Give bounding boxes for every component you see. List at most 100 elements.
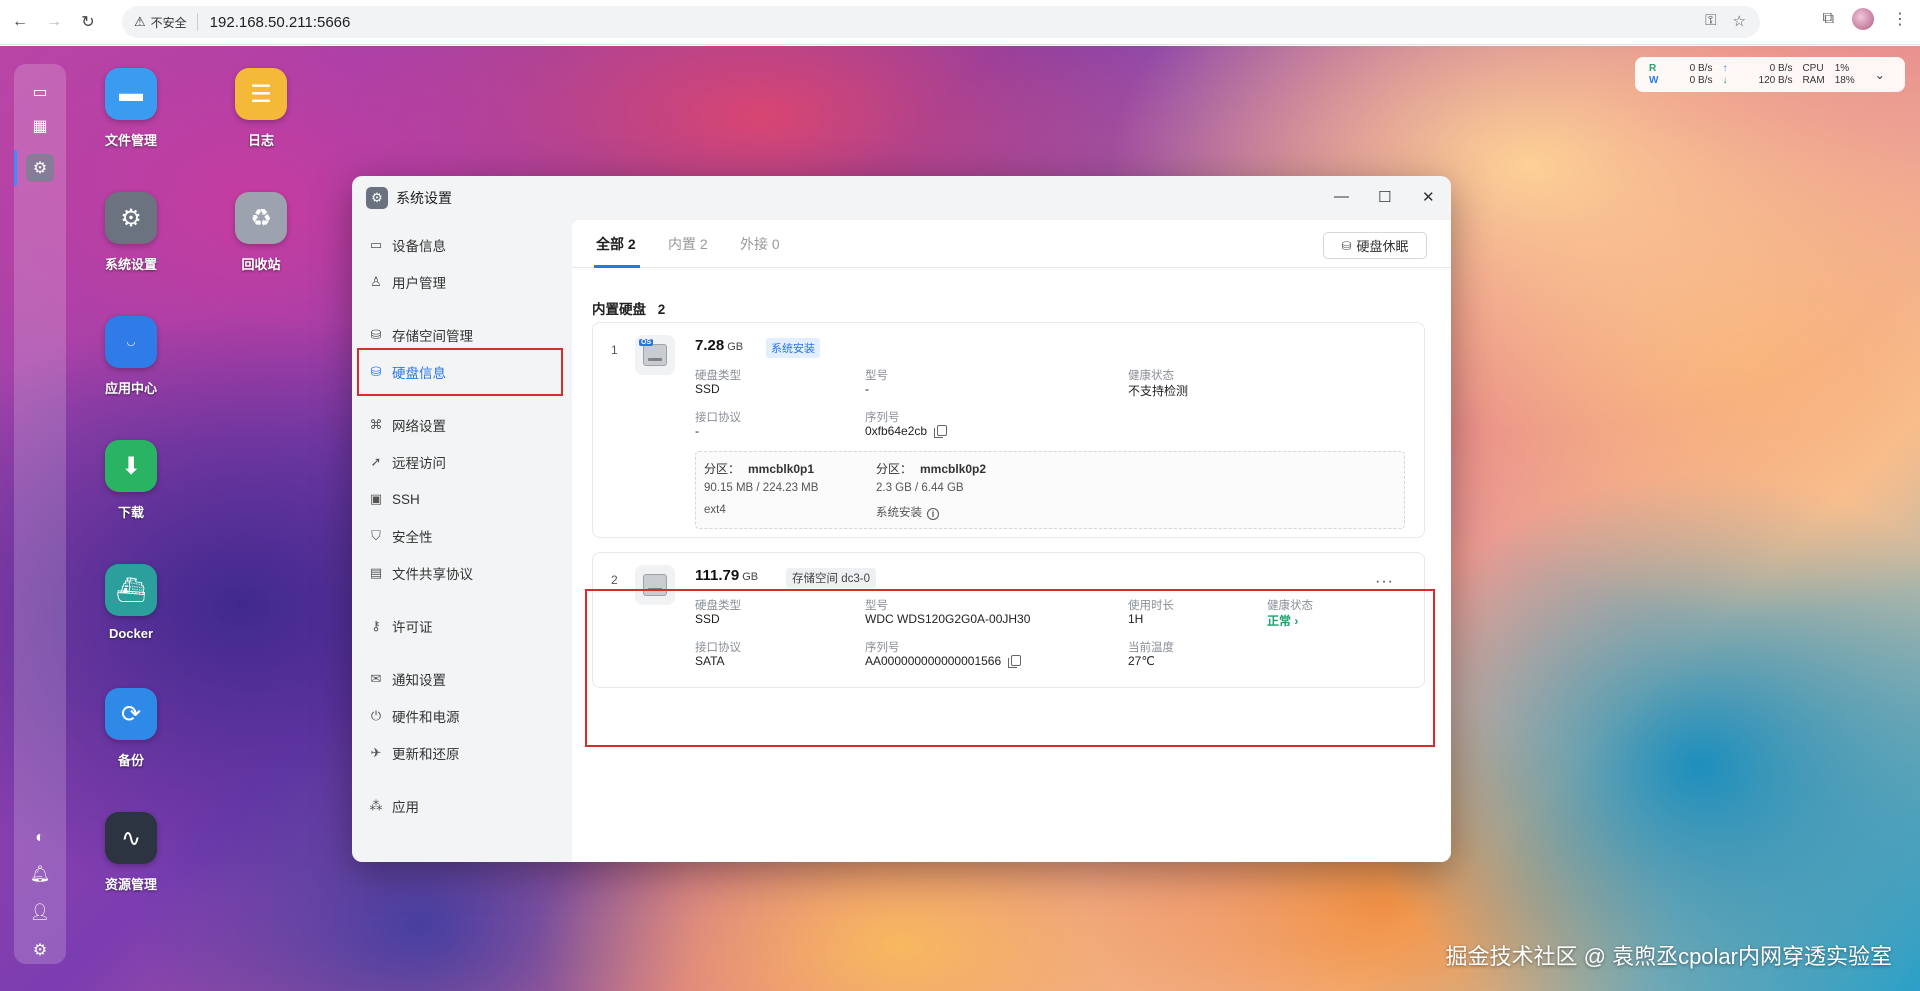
sidebar-item-ssh[interactable]: ▣ SSH xyxy=(368,484,558,514)
disk-health: 不支持检测 xyxy=(1128,384,1189,398)
sidebar-item-license[interactable]: ⚷ 许可证 xyxy=(368,611,558,641)
monitor-icon: ∿ xyxy=(105,812,157,864)
sidebar-item-update-restore[interactable]: ✈ 更新和还原 xyxy=(368,738,558,768)
minimize-icon[interactable]: — xyxy=(1334,188,1349,205)
desktop-app-resource-monitor[interactable]: ∿ 资源管理 xyxy=(81,812,181,893)
desktop-app-file-manager[interactable]: ▬ 文件管理 xyxy=(81,68,181,149)
desktop-app-recycle-bin[interactable]: ♻ 回收站 xyxy=(211,192,311,273)
disk-drive-icon: OS xyxy=(635,335,675,375)
sidebar-item-device-info[interactable]: ▭ 设备信息 xyxy=(368,230,558,260)
sidebar-item-storage[interactable]: ⛁ 存储空间管理 xyxy=(368,320,558,350)
section-title: 内置硬盘 2 xyxy=(592,302,666,317)
sidebar-item-hardware-power[interactable]: ⏻ 硬件和电源 xyxy=(368,701,558,731)
tab-underline xyxy=(594,265,640,268)
desktop-app-docker[interactable]: ⛴ Docker xyxy=(81,564,181,641)
settings-gear-icon: ⚙ xyxy=(366,187,388,209)
disk-card-highlight-box xyxy=(585,589,1435,747)
ram-label: RAM xyxy=(1802,74,1825,86)
partition-2-title: 分区： mmcblk0p2 xyxy=(876,462,987,476)
recycle-icon: ♻ xyxy=(235,192,287,244)
partition-1-usage: 90.15 MB / 224.23 MB xyxy=(704,482,819,494)
backup-icon: ⟳ xyxy=(105,688,157,740)
desktop-app-store[interactable]: ◡ 应用中心 xyxy=(81,316,181,397)
storage-pool-tag: 存储空间 dc3-0 xyxy=(786,568,876,588)
disk-sleep-button[interactable]: ⛁ 硬盘休眠 xyxy=(1323,232,1427,259)
disk-info-panel: 全部 2 内置 2 外接 0 ⛁ 硬盘休眠 内置硬盘 2 1 OS 7.28 G… xyxy=(572,220,1451,862)
remote-icon: ➚ xyxy=(370,454,382,469)
monitor-icon[interactable]: ▭ xyxy=(26,78,54,106)
browser-menu-icon[interactable]: ⋮ xyxy=(1892,9,1908,29)
log-icon: ☰ xyxy=(235,68,287,120)
sidebar-item-file-sharing[interactable]: ▤ 文件共享协议 xyxy=(368,558,558,588)
desktop: ▭ ▦ ⚙ ◐ 🔔︎ 👤︎ ⚙ ▬ 文件管理 ☰ 日志 ⚙ 系统设置 ♻ 回收站… xyxy=(0,46,1920,991)
os-badge: OS xyxy=(639,339,654,346)
sidebar-item-security[interactable]: ⛉ 安全性 xyxy=(368,521,558,551)
copy-icon[interactable] xyxy=(934,425,948,438)
dock-active-indicator xyxy=(14,150,17,186)
sidebar-highlight-box xyxy=(357,348,563,396)
disk-icon: ⛁ xyxy=(1341,238,1352,253)
storage-icon: ⛁ xyxy=(370,327,382,342)
desktop-app-backup[interactable]: ⟳ 备份 xyxy=(81,688,181,769)
forward-icon[interactable]: → xyxy=(40,8,68,36)
ssh-icon: ▣ xyxy=(369,491,383,506)
user-icon[interactable]: 👤︎ xyxy=(26,898,54,926)
sidebar-item-network[interactable]: ⌘ 网络设置 xyxy=(368,410,558,440)
apps-icon: ⁂ xyxy=(369,798,383,813)
app-grid-icon[interactable]: ▦ xyxy=(26,112,54,140)
docker-icon: ⛴ xyxy=(105,564,157,616)
partition-list: 分区： mmcblk0p1 90.15 MB / 224.23 MB ext4 分… xyxy=(695,451,1405,529)
watermark-text: 掘金技术社区 @ 袁煦丞cpolar内网穿透实验室 xyxy=(1445,944,1892,969)
key-icon: ⚷ xyxy=(371,618,381,633)
desktop-app-logs[interactable]: ☰ 日志 xyxy=(211,68,311,149)
user-icon: ♙ xyxy=(370,274,382,289)
security-indicator[interactable]: ⚠ 不安全 xyxy=(134,13,198,31)
chevron-down-icon[interactable]: ⌄ xyxy=(1875,68,1885,82)
address-bar[interactable]: ⚠ 不安全 192.168.50.211:5666 ⚿ ☆ xyxy=(122,6,1760,38)
maximize-icon[interactable]: ☐ xyxy=(1378,188,1391,206)
bell-icon[interactable]: 🔔︎ xyxy=(26,860,54,888)
password-key-icon[interactable]: ⚿ xyxy=(1705,12,1716,30)
extensions-icon[interactable]: ⧉ xyxy=(1823,10,1834,28)
info-icon[interactable]: i xyxy=(927,508,939,520)
shield-icon: ⛉ xyxy=(371,528,381,543)
tab-all[interactable]: 全部 2 xyxy=(596,234,636,254)
browser-toolbar: ← → ↻ ⚠ 不安全 192.168.50.211:5666 ⚿ ☆ ⧉ ⋮ xyxy=(0,0,1920,45)
settings-gear-icon[interactable]: ⚙ xyxy=(26,154,54,182)
bookmark-star-icon[interactable]: ☆ xyxy=(1733,12,1746,30)
gear-icon[interactable]: ⚙ xyxy=(26,936,54,964)
window-titlebar[interactable]: ⚙ 系统设置 — ☐ ✕ xyxy=(352,176,1451,220)
section-count: 2 xyxy=(657,302,666,317)
disk-serial: 0xfb64e2cb xyxy=(865,424,948,438)
disk-size: 111.79 GB xyxy=(695,567,759,584)
sidebar-item-notifications[interactable]: ✉ 通知设置 xyxy=(368,664,558,694)
status-icon[interactable]: ◐ xyxy=(26,824,54,852)
ram-value: 18% xyxy=(1834,74,1855,86)
tab-external[interactable]: 外接 0 xyxy=(740,234,780,254)
store-icon: ◡ xyxy=(105,316,157,368)
disk-card-1[interactable]: 1 OS 7.28 GB 系统安装 硬盘类型 SSD 型号 - 健康状态 不支持检… xyxy=(592,322,1425,538)
tab-internal[interactable]: 内置 2 xyxy=(668,234,708,254)
sidebar-item-remote-access[interactable]: ➚ 远程访问 xyxy=(368,447,558,477)
disk-index: 2 xyxy=(611,573,618,587)
download-arrow-icon: ↓ xyxy=(1722,74,1728,86)
close-icon[interactable]: ✕ xyxy=(1422,188,1435,206)
disk-index: 1 xyxy=(611,343,618,357)
profile-avatar[interactable] xyxy=(1852,8,1874,30)
upload-arrow-icon: ↑ xyxy=(1722,62,1728,74)
disk-tabs: 全部 2 内置 2 外接 0 ⛁ 硬盘休眠 xyxy=(572,220,1451,268)
write-up-rate: 120 B/s xyxy=(1758,74,1793,86)
desktop-app-settings[interactable]: ⚙ 系统设置 xyxy=(81,192,181,273)
reload-icon[interactable]: ↻ xyxy=(74,8,102,36)
partition-1-title: 分区： mmcblk0p1 xyxy=(704,462,815,476)
settings-sidebar: ▭ 设备信息 ♙ 用户管理 ⛁ 存储空间管理 ⛁ 硬盘信息 ⌘ 网络设置 ➚ 远… xyxy=(352,220,572,862)
network-widget[interactable]: R W 0 B/s 0 B/s ↑ ↓ 0 B/s 120 B/s CPU RA… xyxy=(1635,57,1905,92)
url-text[interactable]: 192.168.50.211:5666 xyxy=(210,14,351,31)
write-label: W xyxy=(1649,74,1659,86)
left-dock: ▭ ▦ ⚙ ◐ 🔔︎ 👤︎ ⚙ xyxy=(14,64,66,964)
desktop-app-download[interactable]: ⬇ 下载 xyxy=(81,440,181,521)
sidebar-item-apps[interactable]: ⁂ 应用 xyxy=(368,791,558,821)
sidebar-item-user-management[interactable]: ♙ 用户管理 xyxy=(368,267,558,297)
window-title: 系统设置 xyxy=(396,190,452,206)
back-icon[interactable]: ← xyxy=(6,8,34,36)
